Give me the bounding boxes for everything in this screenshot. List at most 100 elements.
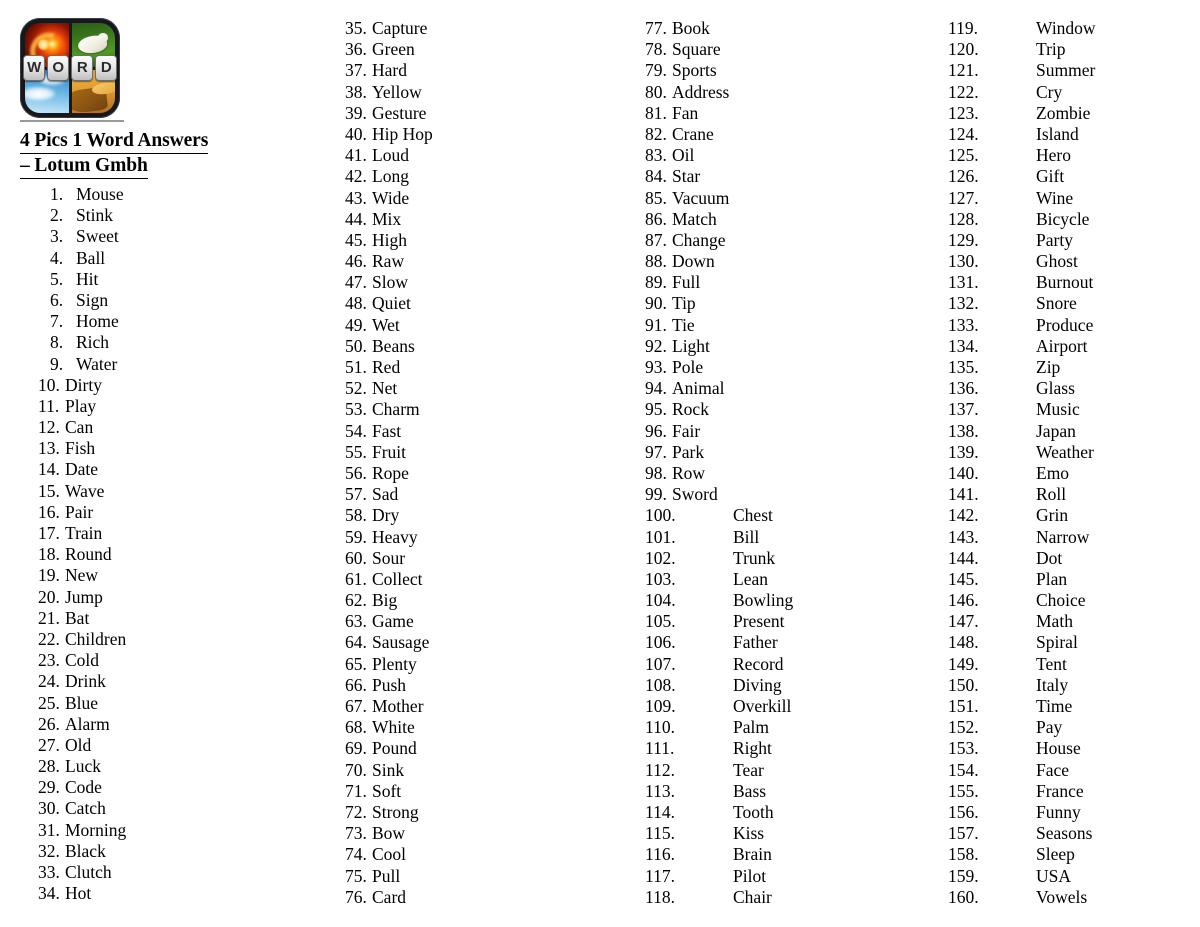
answer-word: New (65, 565, 99, 586)
answer-word: Wine (1036, 187, 1074, 208)
answer-row: 152. Pay (948, 717, 1096, 738)
answer-row: 44. Mix (345, 209, 433, 230)
answer-word: Quiet (372, 293, 411, 314)
answer-number: 26. (38, 713, 60, 734)
answer-word: Down (672, 251, 715, 272)
answer-word: Old (65, 734, 92, 755)
answer-number: 124. (948, 123, 979, 144)
answer-word: Wet (372, 314, 400, 335)
answer-word: Fan (672, 102, 699, 123)
answer-row: 97. Park (645, 442, 793, 463)
answer-number: 160. (948, 886, 979, 907)
answer-number: 12. (38, 417, 60, 438)
answer-row: 81. Fan (645, 103, 793, 124)
answer-word: Diving (733, 674, 782, 695)
answer-row: 118. Chair (645, 887, 793, 908)
answer-row: 95. Rock (645, 399, 793, 420)
answer-number: 112. (645, 759, 675, 780)
answer-number: 147. (948, 611, 979, 632)
answer-row: 82. Crane (645, 124, 793, 145)
answer-number: 32. (38, 840, 60, 861)
answer-row: 25. Blue (38, 693, 126, 714)
answer-row: 139. Weather (948, 442, 1096, 463)
answer-word: Home (76, 311, 119, 332)
answer-row: 112. Tear (645, 760, 793, 781)
answer-number: 20. (38, 586, 60, 607)
answer-row: 155. France (948, 781, 1096, 802)
answer-number: 95. (645, 399, 667, 420)
answer-number: 66. (345, 674, 367, 695)
answer-number: 123. (948, 102, 979, 123)
answer-number: 104. (645, 590, 676, 611)
answer-word: Pole (672, 357, 704, 377)
answer-row: 122. Cry (948, 82, 1096, 103)
answer-column-3: 77. Book 78. Square 79. Sports 80. Address 81. Fa… (645, 18, 793, 908)
answer-row: 108. Diving (645, 675, 793, 696)
answer-number: 114. (645, 801, 675, 822)
answer-row: 41. Loud (345, 145, 433, 166)
answer-number: 101. (645, 526, 676, 547)
answer-row: 136. Glass (948, 378, 1096, 399)
answer-row: 93. Pole (645, 357, 793, 378)
answer-number: 59. (345, 526, 367, 547)
answer-row: 137. Music (948, 399, 1096, 420)
answer-row: 56. Rope (345, 463, 433, 484)
answer-word: Right (733, 738, 772, 759)
answer-word: Park (672, 441, 705, 462)
answer-number: 60. (345, 547, 367, 568)
answer-number: 110. (645, 717, 675, 738)
answer-row: 12. Can (38, 417, 126, 438)
answer-row: 111. Right (645, 738, 793, 759)
answer-word: Pay (1036, 717, 1063, 738)
answer-word: Sad (372, 484, 399, 505)
answer-number: 15. (38, 480, 60, 501)
answer-word: Change (672, 229, 726, 250)
answer-word: Glass (1036, 378, 1075, 399)
answer-word: Island (1036, 123, 1079, 144)
answer-word: Children (65, 628, 127, 649)
answer-number: 68. (345, 717, 367, 738)
answer-number: 97. (645, 441, 667, 462)
answer-number: 145. (948, 568, 979, 589)
answer-row: 54. Fast (345, 421, 433, 442)
letter-tile-d: D (95, 55, 117, 81)
answer-number: 73. (345, 823, 367, 844)
answer-row: 94. Animal (645, 378, 793, 399)
answer-column-4: 119. Window 120. Trip 121. Summer 122. Cry 123. Z… (948, 18, 1096, 908)
answer-word: Chair (733, 886, 772, 907)
answer-number: 150. (948, 674, 979, 695)
answer-number: 128. (948, 208, 979, 229)
answer-word: Sleep (1036, 844, 1075, 865)
answer-number: 91. (645, 314, 667, 335)
answer-row: 138. Japan (948, 421, 1096, 442)
answer-row: 45. High (345, 230, 433, 251)
answer-word: Jump (65, 586, 103, 607)
answer-row: 129. Party (948, 230, 1096, 251)
answer-number: 1. (50, 184, 64, 204)
answer-number: 158. (948, 844, 979, 865)
answer-word: Cry (1036, 81, 1063, 102)
answer-number: 22. (38, 628, 60, 649)
answer-word: Train (65, 523, 103, 543)
answer-row: 145. Plan (948, 569, 1096, 590)
answer-number: 78. (645, 39, 667, 60)
answer-row: 92. Light (645, 336, 793, 357)
answer-number: 136. (948, 378, 979, 399)
answer-number: 3. (50, 226, 64, 247)
answer-number: 94. (645, 378, 667, 399)
answer-row: 133. Produce (948, 315, 1096, 336)
answer-word: Brain (733, 844, 772, 865)
answer-row: 125. Hero (948, 145, 1096, 166)
answer-row: 8. Rich (38, 332, 126, 353)
answer-row: 38. Yellow (345, 82, 433, 103)
answer-number: 89. (645, 272, 667, 293)
answer-number: 48. (345, 293, 367, 314)
answer-word: Rope (372, 462, 409, 483)
answer-word: Card (372, 886, 407, 907)
answer-number: 14. (38, 459, 60, 480)
answer-word: Tear (733, 759, 764, 780)
answer-number: 57. (345, 484, 367, 505)
answer-row: 52. Net (345, 378, 433, 399)
answer-row: 55. Fruit (345, 442, 433, 463)
answer-word: Can (65, 417, 94, 438)
